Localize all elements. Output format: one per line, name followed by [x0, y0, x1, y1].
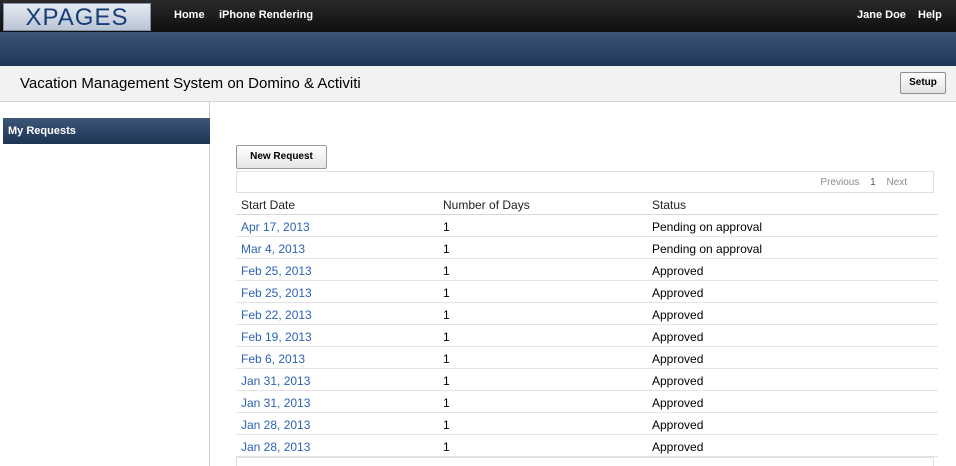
start-date-link[interactable]: Jan 28, 2013	[241, 418, 310, 432]
title-bar	[0, 32, 956, 66]
start-date-link[interactable]: Jan 31, 2013	[241, 396, 310, 410]
table-row: Mar 4, 2013 1 Pending on approval	[236, 237, 938, 259]
place-bar: Vacation Management System on Domino & A…	[0, 66, 956, 102]
status-cell: Approved	[652, 330, 704, 344]
column-header-start-date[interactable]: Start Date	[241, 198, 295, 212]
number-of-days-cell: 1	[443, 286, 450, 300]
table-row: Jan 31, 2013 1 Approved	[236, 369, 938, 391]
pager-next[interactable]: Next	[886, 177, 907, 188]
help-link[interactable]: Help	[918, 9, 942, 21]
column-header-status[interactable]: Status	[652, 198, 686, 212]
setup-button[interactable]: Setup	[900, 72, 946, 94]
number-of-days-cell: 1	[443, 396, 450, 410]
table-row: Apr 17, 2013 1 Pending on approval	[236, 215, 938, 237]
pager-previous[interactable]: Previous	[820, 177, 859, 188]
start-date-link[interactable]: Jan 28, 2013	[241, 440, 310, 454]
left-navigation: My Requests	[0, 102, 210, 466]
number-of-days-cell: 1	[443, 352, 450, 366]
number-of-days-cell: 1	[443, 242, 450, 256]
xpages-logo: XPAGES	[3, 3, 151, 31]
number-of-days-cell: 1	[443, 308, 450, 322]
nav-link-iphone-rendering[interactable]: iPhone Rendering	[219, 9, 313, 21]
start-date-link[interactable]: Feb 25, 2013	[241, 264, 312, 278]
status-cell: Approved	[652, 352, 704, 366]
user-name-link[interactable]: Jane Doe	[857, 9, 906, 21]
status-cell: Approved	[652, 264, 704, 278]
status-cell: Approved	[652, 396, 704, 410]
column-header-number-of-days[interactable]: Number of Days	[443, 198, 530, 212]
status-cell: Pending on approval	[652, 220, 763, 234]
start-date-link[interactable]: Jan 31, 2013	[241, 374, 310, 388]
start-date-link[interactable]: Feb 22, 2013	[241, 308, 312, 322]
number-of-days-cell: 1	[443, 374, 450, 388]
start-date-link[interactable]: Mar 4, 2013	[241, 242, 305, 256]
table-row: Feb 25, 2013 1 Approved	[236, 259, 938, 281]
start-date-link[interactable]: Feb 25, 2013	[241, 286, 312, 300]
start-date-link[interactable]: Feb 19, 2013	[241, 330, 312, 344]
number-of-days-cell: 1	[443, 418, 450, 432]
number-of-days-cell: 1	[443, 440, 450, 454]
new-request-button[interactable]: New Request	[236, 145, 327, 169]
table-row: Jan 28, 2013 1 Approved	[236, 413, 938, 435]
table-row: Jan 31, 2013 1 Approved	[236, 391, 938, 413]
status-cell: Approved	[652, 418, 704, 432]
table-row: Feb 25, 2013 1 Approved	[236, 281, 938, 303]
pager-current-page[interactable]: 1	[870, 177, 876, 188]
page-title: Vacation Management System on Domino & A…	[20, 75, 361, 92]
status-cell: Approved	[652, 440, 704, 454]
number-of-days-cell: 1	[443, 330, 450, 344]
table-footer	[236, 457, 934, 466]
table-header: Start Date Number of Days Status	[236, 193, 938, 215]
table-row: Feb 22, 2013 1 Approved	[236, 303, 938, 325]
table-row: Feb 19, 2013 1 Approved	[236, 325, 938, 347]
status-cell: Pending on approval	[652, 242, 763, 256]
status-cell: Approved	[652, 374, 704, 388]
pager: Previous 1 Next	[812, 177, 907, 188]
nav-item-my-requests[interactable]: My Requests	[3, 118, 210, 144]
top-banner: XPAGES Home iPhone Rendering Jane Doe He…	[0, 0, 956, 32]
status-cell: Approved	[652, 286, 704, 300]
nav-link-home[interactable]: Home	[174, 9, 205, 21]
number-of-days-cell: 1	[443, 220, 450, 234]
table-row: Feb 6, 2013 1 Approved	[236, 347, 938, 369]
table-row: Jan 28, 2013 1 Approved	[236, 435, 938, 457]
start-date-link[interactable]: Feb 6, 2013	[241, 352, 305, 366]
pager-bar: Previous 1 Next	[236, 171, 934, 193]
number-of-days-cell: 1	[443, 264, 450, 278]
start-date-link[interactable]: Apr 17, 2013	[241, 220, 310, 234]
status-cell: Approved	[652, 308, 704, 322]
